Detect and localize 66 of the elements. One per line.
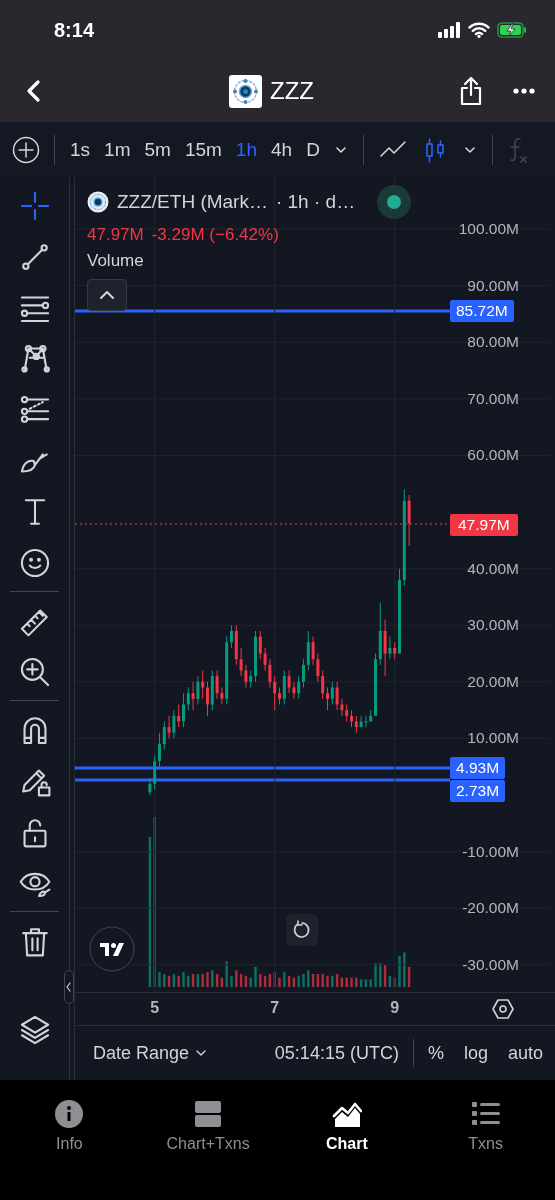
chevron-left-icon	[66, 982, 72, 992]
tab[interactable]: Info	[0, 1080, 139, 1200]
interval-tab[interactable]: 1m	[97, 129, 138, 170]
interval-tab[interactable]: 1h	[228, 129, 264, 170]
line-price-label: 85.72M	[450, 300, 514, 322]
page-title: ZZZ	[270, 77, 314, 105]
price-axis-label: -10.00M	[462, 842, 519, 861]
price-axis-label: 80.00M	[467, 333, 519, 352]
price-axis-label: 60.00M	[467, 446, 519, 465]
tab[interactable]: Txns	[416, 1080, 555, 1200]
split-view-icon	[193, 1099, 224, 1129]
token-logo-icon	[229, 74, 262, 108]
wifi-icon	[468, 22, 490, 38]
chevron-down-icon	[462, 144, 477, 155]
price-axis-label: 100.00M	[458, 220, 519, 239]
interval-tab[interactable]: 15m	[177, 129, 229, 170]
line-price-label: 4.93M	[450, 757, 506, 779]
info-icon	[54, 1099, 85, 1129]
token-logo-icon	[87, 191, 109, 213]
interval-tab[interactable]: D	[299, 129, 327, 170]
price-axis-label: 30.00M	[467, 616, 519, 635]
chevron-down-icon	[195, 1049, 208, 1057]
price-axis-label: 20.00M	[467, 672, 519, 691]
price-value: 47.97M	[87, 225, 144, 245]
price-axis-label: -20.00M	[462, 899, 519, 918]
time-axis-label: 7	[270, 999, 280, 1017]
date-range-button[interactable]: Date Range	[93, 1042, 208, 1064]
price-axis-label: 70.00M	[467, 389, 519, 408]
indicator-name: Volume	[87, 251, 144, 271]
interval-tab[interactable]: 5m	[137, 129, 178, 170]
collapse-button[interactable]	[87, 279, 127, 311]
line-price-label: 2.73M	[450, 780, 506, 802]
price-axis-label: 40.00M	[467, 559, 519, 578]
scale-option[interactable]: %	[427, 1042, 444, 1064]
logo-icon	[89, 926, 135, 972]
time-axis-label: 9	[390, 999, 400, 1017]
function-icon	[507, 135, 530, 164]
reset-button[interactable]	[286, 914, 318, 946]
last-price-label: 47.97M	[450, 514, 518, 536]
scale-option[interactable]: auto	[507, 1042, 543, 1064]
price-axis-label: -30.00M	[462, 955, 519, 974]
time-axis-label: 5	[150, 999, 160, 1017]
rotate-icon	[292, 920, 312, 940]
tab[interactable]: Chart	[277, 1080, 417, 1200]
share-button[interactable]	[459, 76, 483, 106]
scale-option[interactable]: log	[463, 1042, 488, 1064]
clock-time: 8:14	[54, 18, 95, 42]
settings-button[interactable]	[491, 997, 515, 1021]
price-axis-label: 10.00M	[467, 729, 519, 748]
collapse-handle[interactable]	[64, 970, 74, 1004]
symbol-name: ZZZ/ETH (Mark…	[117, 191, 268, 213]
price-axis-label: 90.00M	[467, 276, 519, 295]
clock-time: 05:14:15 (UTC)	[274, 1042, 399, 1064]
plus-circle-icon	[12, 135, 40, 164]
more-button[interactable]	[513, 88, 535, 94]
signal-icon	[437, 22, 461, 38]
price-change: -3.29M (−6.42%)	[151, 225, 279, 245]
more-icon	[513, 88, 535, 94]
settings-icon	[491, 997, 515, 1021]
caret-up-icon	[99, 290, 115, 300]
share-icon	[459, 76, 483, 106]
interval-tab[interactable]: 4h	[264, 129, 300, 170]
chevron-down-icon	[333, 144, 348, 155]
symbol-interval: · 1h · d…	[275, 191, 356, 213]
tab[interactable]: Chart+Txns	[138, 1080, 278, 1200]
interval-tab[interactable]: 1s	[63, 129, 98, 170]
